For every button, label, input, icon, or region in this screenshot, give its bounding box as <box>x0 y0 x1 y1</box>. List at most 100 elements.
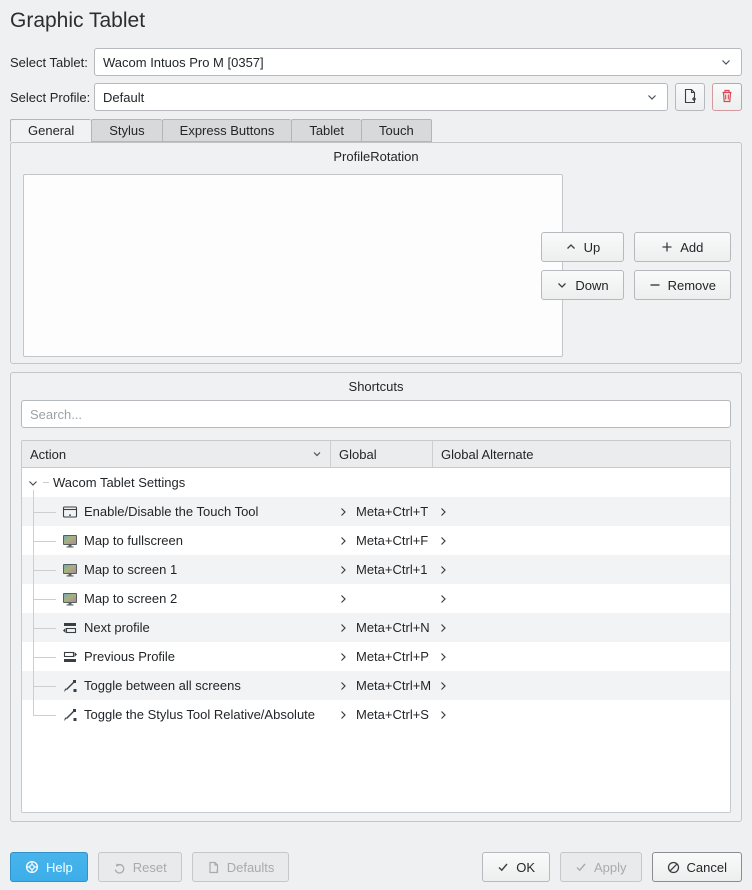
document-revert-icon <box>207 861 220 874</box>
chevron-right-icon <box>438 710 448 720</box>
trash-icon <box>719 88 735 107</box>
add-button-label: Add <box>680 240 703 255</box>
next-profile-icon <box>62 620 78 636</box>
global-alternate-cell[interactable] <box>433 671 730 700</box>
reset-button[interactable]: Reset <box>98 852 182 882</box>
delete-profile-button[interactable] <box>712 83 742 111</box>
tab-express-buttons[interactable]: Express Buttons <box>162 119 292 142</box>
page-title: Graphic Tablet <box>10 0 742 48</box>
global-shortcut-cell[interactable]: Meta+Ctrl+M <box>331 671 433 700</box>
global-shortcut: Meta+Ctrl+P <box>356 649 429 664</box>
help-button[interactable]: Help <box>10 852 88 882</box>
remove-button-label: Remove <box>668 278 716 293</box>
global-shortcut-cell[interactable]: Meta+Ctrl+F <box>331 526 433 555</box>
global-shortcut-cell[interactable]: Meta+Ctrl+1 <box>331 555 433 584</box>
global-alternate-cell[interactable] <box>433 642 730 671</box>
profile-rotation-title: ProfileRotation <box>11 143 741 164</box>
shortcut-row[interactable]: Map to screen 2 <box>22 584 730 613</box>
global-shortcut-cell[interactable]: Meta+Ctrl+P <box>331 642 433 671</box>
global-alternate-cell[interactable] <box>433 700 730 729</box>
shortcut-row[interactable]: Map to fullscreen Meta+Ctrl+F <box>22 526 730 555</box>
profile-rotation-buttons: Up Add Down Remove <box>541 232 731 300</box>
global-shortcut-cell[interactable]: Meta+Ctrl+N <box>331 613 433 642</box>
action-label: Map to screen 1 <box>84 562 177 577</box>
up-button[interactable]: Up <box>541 232 623 262</box>
sort-indicator-icon <box>312 449 322 459</box>
new-profile-button[interactable] <box>675 83 705 111</box>
shortcut-row[interactable]: Previous Profile Meta+Ctrl+P <box>22 642 730 671</box>
global-alternate-cell[interactable] <box>433 584 730 613</box>
shortcuts-group: Shortcuts Action Global Global Alternate… <box>10 372 742 822</box>
defaults-button[interactable]: Defaults <box>192 852 290 882</box>
tab-bar: General Stylus Express Buttons Tablet To… <box>10 119 742 142</box>
shortcut-row[interactable]: Enable/Disable the Touch Tool Meta+Ctrl+… <box>22 497 730 526</box>
global-alternate-cell[interactable] <box>433 526 730 555</box>
chevron-up-icon <box>565 241 577 253</box>
column-header-global-alternate[interactable]: Global Alternate <box>433 441 730 467</box>
apply-button-label: Apply <box>594 860 627 875</box>
chevron-right-icon <box>338 507 348 517</box>
global-alternate-cell[interactable] <box>433 497 730 526</box>
tablet-combobox[interactable]: Wacom Intuos Pro M [0357] <box>94 48 742 76</box>
global-alternate-cell[interactable] <box>433 613 730 642</box>
new-profile-icon <box>682 88 698 107</box>
chevron-right-icon <box>438 652 448 662</box>
chevron-right-icon <box>338 681 348 691</box>
search-input[interactable] <box>21 400 731 428</box>
reset-button-label: Reset <box>133 860 167 875</box>
global-shortcut-cell[interactable] <box>331 584 433 613</box>
tab-general[interactable]: General <box>10 119 91 142</box>
global-shortcut: Meta+Ctrl+1 <box>356 562 428 577</box>
global-shortcut-cell[interactable]: Meta+Ctrl+S <box>331 700 433 729</box>
tablet-combobox-value: Wacom Intuos Pro M [0357] <box>103 55 719 70</box>
chevron-right-icon <box>338 652 348 662</box>
tree-row-group[interactable]: Wacom Tablet Settings <box>22 468 730 497</box>
help-icon <box>25 860 39 874</box>
profile-rotation-list[interactable] <box>23 174 563 357</box>
chevron-down-icon <box>719 55 733 69</box>
tab-touch[interactable]: Touch <box>361 119 432 142</box>
select-tablet-label: Select Tablet: <box>10 55 94 70</box>
up-button-label: Up <box>584 240 601 255</box>
expander-chevron-down-icon[interactable] <box>27 477 39 489</box>
tab-tablet[interactable]: Tablet <box>291 119 361 142</box>
shortcut-row[interactable]: Map to screen 1 Meta+Ctrl+1 <box>22 555 730 584</box>
global-shortcut: Meta+Ctrl+N <box>356 620 430 635</box>
profile-combobox-value: Default <box>103 90 645 105</box>
chevron-right-icon <box>438 507 448 517</box>
add-button[interactable]: Add <box>634 232 731 262</box>
action-label: Map to fullscreen <box>84 533 183 548</box>
tab-stylus[interactable]: Stylus <box>91 119 161 142</box>
remove-button[interactable]: Remove <box>634 270 731 300</box>
apply-button[interactable]: Apply <box>560 852 642 882</box>
profile-combobox[interactable]: Default <box>94 83 668 111</box>
chevron-down-icon <box>645 90 659 104</box>
down-button-label: Down <box>575 278 608 293</box>
action-label: Previous Profile <box>84 649 175 664</box>
column-header-global[interactable]: Global <box>331 441 433 467</box>
shortcut-row[interactable]: Toggle between all screens Meta+Ctrl+M <box>22 671 730 700</box>
dialog-button-box: Help Reset Defaults OK Apply Cancel <box>10 852 742 882</box>
shortcut-row[interactable]: Next profile Meta+Ctrl+N <box>22 613 730 642</box>
action-label: Toggle the Stylus Tool Relative/Absolute <box>84 707 315 722</box>
ok-button[interactable]: OK <box>482 852 550 882</box>
chevron-right-icon <box>338 594 348 604</box>
action-label: Enable/Disable the Touch Tool <box>84 504 258 519</box>
minus-icon <box>649 279 661 291</box>
down-button[interactable]: Down <box>541 270 623 300</box>
cancel-button[interactable]: Cancel <box>652 852 742 882</box>
touch-tool-icon <box>62 504 78 520</box>
monitor-icon <box>62 562 78 578</box>
chevron-right-icon <box>438 623 448 633</box>
monitor-icon <box>62 591 78 607</box>
shortcut-row[interactable]: Toggle the Stylus Tool Relative/Absolute… <box>22 700 730 729</box>
chevron-right-icon <box>438 594 448 604</box>
column-header-action[interactable]: Action <box>22 441 331 467</box>
group-row-label: Wacom Tablet Settings <box>53 475 185 490</box>
chevron-right-icon <box>338 565 348 575</box>
global-shortcut-cell[interactable]: Meta+Ctrl+T <box>331 497 433 526</box>
select-profile-label: Select Profile: <box>10 90 94 105</box>
global-shortcut: Meta+Ctrl+T <box>356 504 428 519</box>
action-label: Toggle between all screens <box>84 678 241 693</box>
global-alternate-cell[interactable] <box>433 555 730 584</box>
